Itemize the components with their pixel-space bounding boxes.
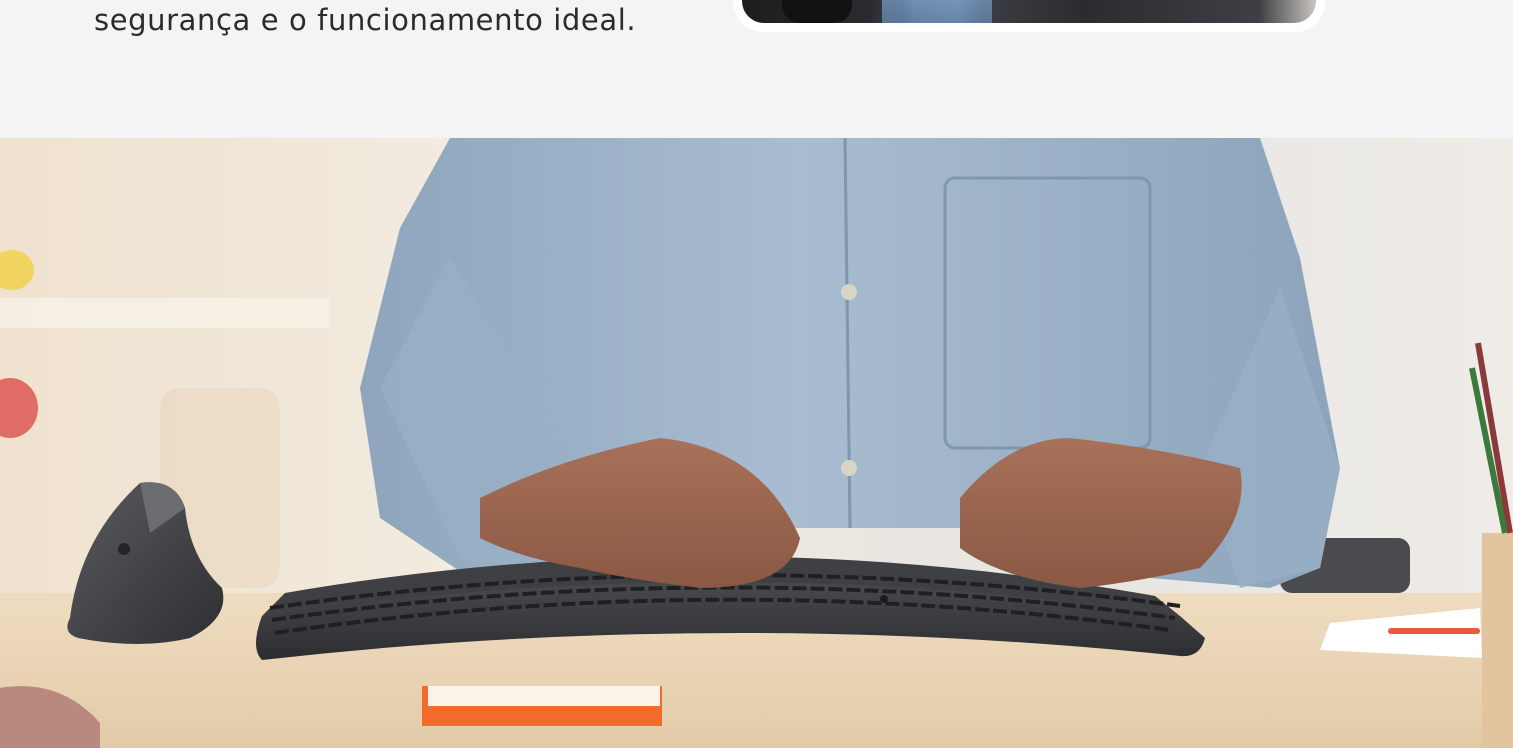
- sticky-notes-top: [428, 686, 660, 706]
- video-thumbnail[interactable]: [742, 0, 1316, 23]
- hero-illustration: [0, 138, 1513, 748]
- video-card[interactable]: [733, 0, 1325, 32]
- thumbnail-shape-dark: [782, 0, 852, 23]
- thumbnail-shape-shirt: [882, 0, 992, 23]
- pencil-cup: [1482, 533, 1513, 748]
- background-shelf: [0, 298, 330, 328]
- pen: [1388, 628, 1480, 634]
- shirt-button: [841, 284, 857, 300]
- person-right-hand: [960, 438, 1242, 588]
- intro-text: segurança e o funcionamento ideal.: [94, 3, 637, 37]
- mouse-thumb-button: [118, 543, 130, 555]
- hero-image: [0, 138, 1513, 748]
- page: segurança e o funcionamento ideal.: [0, 0, 1513, 748]
- intro-section: segurança e o funcionamento ideal.: [0, 0, 1513, 138]
- keyboard-indicator: [880, 595, 888, 603]
- shirt-button: [841, 460, 857, 476]
